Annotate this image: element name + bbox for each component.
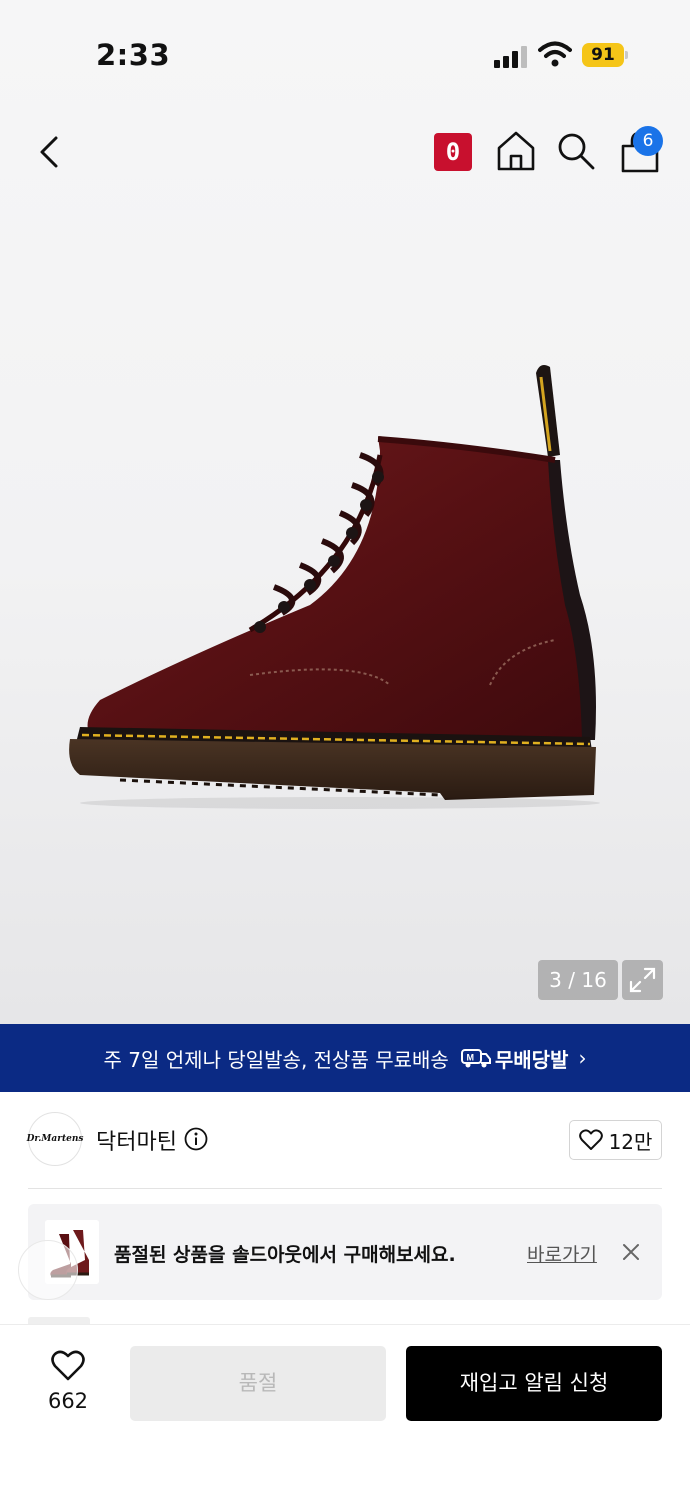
product-image <box>69 365 600 809</box>
status-time: 2:33 <box>96 38 171 72</box>
floating-button <box>18 1240 78 1300</box>
battery-indicator: 91 <box>582 43 628 67</box>
cellular-signal-icon <box>494 44 528 68</box>
shipping-banner-text: 주 7일 언제나 당일발송, 전상품 무료배송 <box>103 1047 449 1072</box>
shipping-banner[interactable]: 주 7일 언제나 당일발송, 전상품 무료배송 M 무배당발 › <box>0 1024 690 1092</box>
image-counter: 3 / 16 <box>538 960 618 1000</box>
brand-like-count: 12만 <box>608 1129 653 1154</box>
soldout-notice[interactable]: 품절된 상품을 솔드아웃에서 구매해보세요. 바로가기 <box>28 1204 662 1300</box>
brand-name[interactable]: 닥터마틴 <box>96 1124 177 1156</box>
close-icon[interactable] <box>620 1241 642 1263</box>
delivery-truck-icon: M <box>460 1049 491 1068</box>
back-icon[interactable] <box>30 130 70 174</box>
soldout-message: 품절된 상품을 솔드아웃에서 구매해보세요. <box>114 1244 456 1266</box>
heart-icon <box>578 1129 603 1150</box>
wifi-icon <box>538 41 572 67</box>
brand-logo-text: Dr.Martens <box>26 1134 84 1144</box>
expand-icon[interactable] <box>622 960 663 1000</box>
soldout-button: 품절 <box>130 1346 386 1421</box>
brand-logo[interactable]: Dr.Martens <box>26 1112 84 1166</box>
restock-alert-button[interactable]: 재입고 알림 신청 <box>406 1346 662 1421</box>
brand-shortcut-badge[interactable]: 0 <box>434 133 472 171</box>
wishlist-heart-icon[interactable] <box>50 1350 86 1382</box>
info-icon[interactable] <box>184 1127 208 1151</box>
battery-level: 91 <box>582 43 624 67</box>
search-icon[interactable] <box>556 131 596 171</box>
cart-count-badge: 6 <box>633 126 663 156</box>
wishlist-count: 662 <box>47 1389 89 1413</box>
home-icon[interactable] <box>495 130 537 172</box>
soldout-shortcut-link[interactable]: 바로가기 <box>527 1240 597 1267</box>
brand-like-button[interactable]: 12만 <box>569 1120 662 1160</box>
svg-text:M: M <box>466 1053 474 1063</box>
same-day-shipping-logo: M 무배당발 <box>460 1044 569 1073</box>
divider <box>28 1188 662 1189</box>
chevron-right-icon: › <box>578 1046 587 1070</box>
same-day-shipping-label: 무배당발 <box>494 1047 569 1072</box>
